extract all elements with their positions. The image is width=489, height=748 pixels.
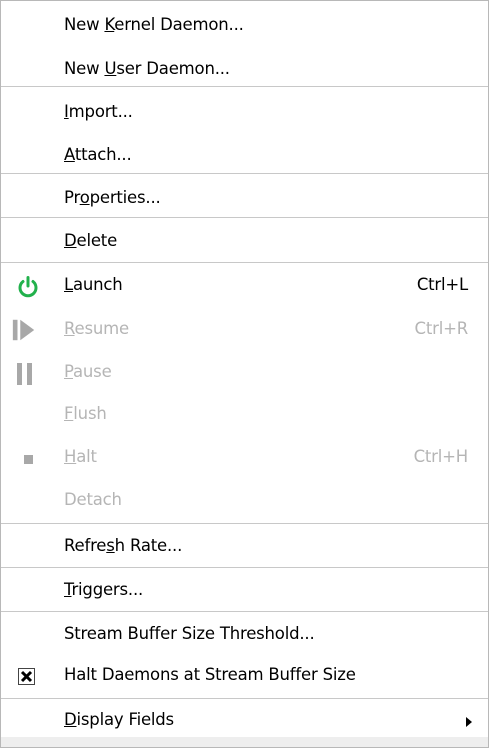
pause-icon [13,361,39,387]
menu-item-new-user-daemon[interactable]: New User Daemon... [1,59,488,83]
menu-item-properties[interactable]: Properties... [1,188,488,212]
menu-item-label: Halt [64,447,97,466]
resume-icon [11,317,37,343]
shortcut-label: Ctrl+L [416,275,468,294]
menu-separator [1,523,488,524]
shortcut-label: Ctrl+R [414,319,469,338]
menu-item-label: Detach [64,490,122,509]
menu-item-label: Stream Buffer Size Threshold... [64,624,315,643]
menu-item-halt-daemons-at-buffer[interactable]: Halt Daemons at Stream Buffer Size [1,663,488,689]
menu-item-flush[interactable]: Flush [1,404,488,428]
context-menu: New Kernel Daemon... New User Daemon... … [0,0,489,748]
menu-item-label: Halt Daemons at Stream Buffer Size [64,665,356,684]
menu-item-label: New Kernel Daemon... [64,15,244,34]
menu-item-stream-buffer-threshold[interactable]: Stream Buffer Size Threshold... [1,624,488,648]
menu-separator [1,262,488,263]
menu-item-refresh-rate[interactable]: Refresh Rate... [1,536,488,560]
menu-item-label: Resume [64,319,129,338]
menu-item-resume[interactable]: Resume Ctrl+R [1,317,488,343]
menu-separator [1,86,488,87]
power-icon [15,274,41,300]
menu-item-label: Attach... [64,145,132,164]
menu-separator [1,173,488,174]
checkbox[interactable] [13,663,39,689]
menu-item-pause[interactable]: Pause [1,361,488,387]
menu-separator [1,698,488,699]
menu-item-import[interactable]: Import... [1,102,488,126]
menu-item-display-fields[interactable]: Display Fields [1,710,488,734]
menu-item-launch[interactable]: Launch Ctrl+L [1,274,488,300]
stop-icon [15,446,41,472]
menu-item-label: Flush [64,404,107,423]
menu-item-label: Pause [64,362,112,381]
menu-item-new-kernel-daemon[interactable]: New Kernel Daemon... [1,15,488,39]
menu-item-attach[interactable]: Attach... [1,145,488,169]
menu-item-triggers[interactable]: Triggers... [1,580,488,604]
menu-separator [1,217,488,218]
menu-bottom-edge [1,737,488,747]
menu-separator [1,611,488,612]
menu-item-label: Refresh Rate... [64,536,183,555]
menu-item-label: Launch [64,275,123,294]
checkmark-icon [17,667,35,685]
shortcut-label: Ctrl+H [413,447,469,466]
menu-item-label: Triggers... [64,580,144,599]
menu-item-label: Display Fields [64,710,174,729]
menu-item-detach[interactable]: Detach [1,490,488,514]
menu-item-delete[interactable]: Delete [1,231,488,255]
menu-item-label: Properties... [64,188,161,207]
menu-item-label: Delete [64,231,118,250]
menu-item-label: New User Daemon... [64,59,230,78]
menu-item-label: Import... [64,102,133,121]
menu-separator [1,567,488,568]
menu-item-halt[interactable]: Halt Ctrl+H [1,447,488,471]
submenu-arrow-icon [466,717,472,727]
